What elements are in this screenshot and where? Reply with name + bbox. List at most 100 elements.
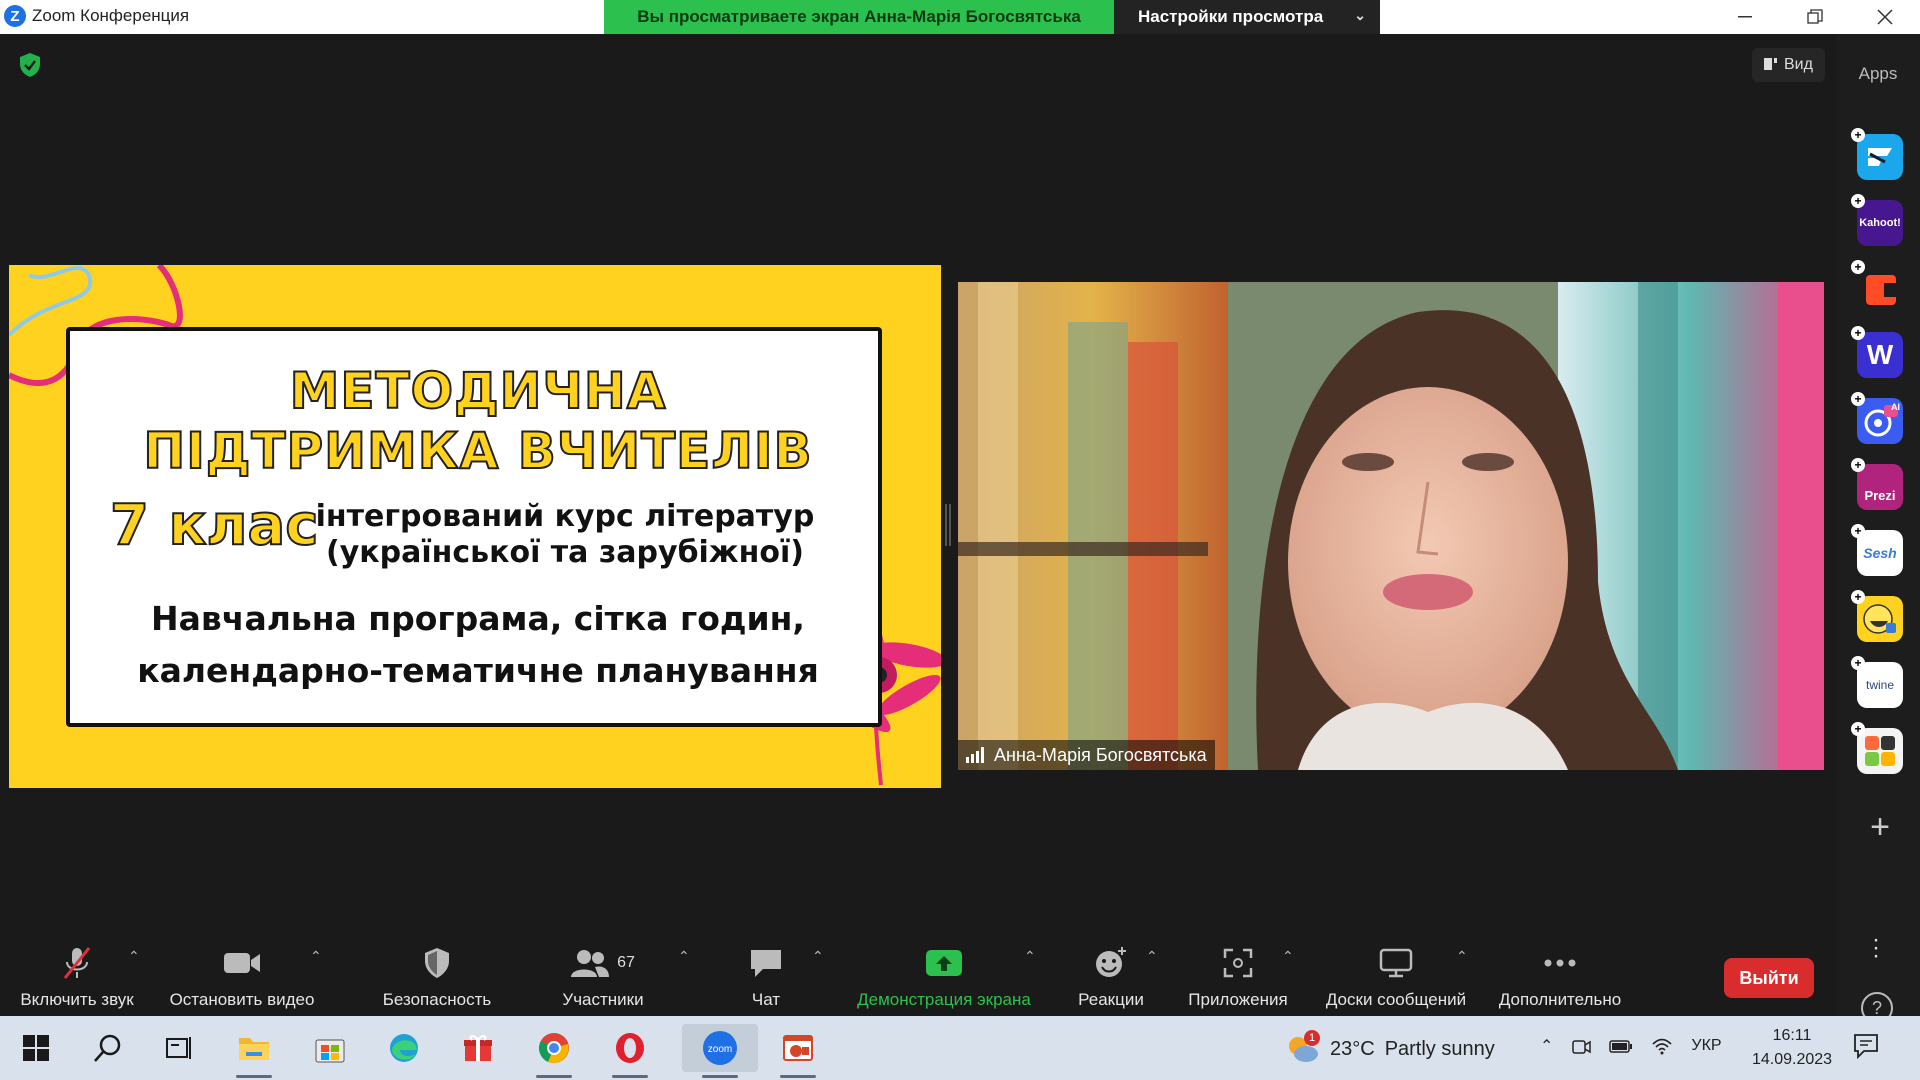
weather-partly-sunny-icon: 1 bbox=[1286, 1030, 1320, 1064]
video-options-caret-icon[interactable]: ⌃ bbox=[310, 948, 322, 965]
more-options-icon[interactable]: · · · bbox=[1872, 928, 1880, 968]
reactions-caret-icon[interactable]: ⌃ bbox=[1146, 948, 1158, 965]
app-class-icon[interactable]: + bbox=[1851, 260, 1903, 312]
app-sesh-label: Sesh bbox=[1863, 545, 1897, 561]
restore-icon bbox=[1807, 9, 1823, 24]
app-running-indicator bbox=[236, 1075, 272, 1078]
participants-button[interactable]: 67 Участники bbox=[548, 940, 658, 1016]
clock-date: 14.09.2023 bbox=[1752, 1051, 1833, 1068]
battery-icon[interactable] bbox=[1609, 1038, 1633, 1054]
show-hidden-icons-chevron-icon[interactable]: ⌃ bbox=[1540, 1036, 1553, 1056]
minimize-button[interactable] bbox=[1710, 0, 1780, 34]
restore-button[interactable] bbox=[1780, 0, 1850, 34]
add-icon: + bbox=[1851, 194, 1865, 208]
microsoft-store-icon[interactable] bbox=[306, 1024, 354, 1072]
file-explorer-icon[interactable] bbox=[230, 1024, 278, 1078]
participants-label: Участники bbox=[562, 990, 644, 1009]
add-app-plus-icon[interactable]: + bbox=[1862, 810, 1898, 846]
task-view-icon[interactable] bbox=[156, 1024, 204, 1072]
app-games-icon[interactable]: + bbox=[1851, 722, 1903, 774]
chat-caret-icon[interactable]: ⌃ bbox=[812, 948, 824, 965]
mic-muted-icon bbox=[63, 947, 91, 979]
app-ai-icon[interactable]: + AI bbox=[1851, 392, 1903, 444]
apps-caret-icon[interactable]: ⌃ bbox=[1282, 948, 1294, 965]
close-button[interactable] bbox=[1850, 0, 1920, 34]
meet-now-icon[interactable] bbox=[1571, 1036, 1592, 1056]
app-prezi-icon[interactable]: + Prezi bbox=[1851, 458, 1903, 510]
view-options-button[interactable]: Настройки просмотра ⌄ bbox=[1114, 0, 1380, 34]
app-kahoot-icon[interactable]: + Kahoot! bbox=[1851, 194, 1903, 246]
clock[interactable]: 16:11 14.09.2023 bbox=[1752, 1024, 1832, 1072]
unmute-label: Включить звук bbox=[20, 990, 134, 1009]
add-icon: + bbox=[1851, 458, 1865, 472]
chat-button[interactable]: Чат bbox=[726, 940, 806, 1016]
slide-course-line1: інтегрований курс літератур bbox=[315, 499, 815, 534]
windows-start-icon[interactable] bbox=[12, 1024, 60, 1072]
view-button[interactable]: Вид bbox=[1752, 48, 1825, 82]
app-ai-label: AI bbox=[1891, 402, 1900, 412]
whiteboards-button[interactable]: Доски сообщений bbox=[1314, 940, 1478, 1016]
presentation-app-icon[interactable] bbox=[774, 1024, 822, 1078]
app-sesh-icon[interactable]: + Sesh bbox=[1851, 524, 1903, 576]
input-language[interactable]: УКР bbox=[1691, 1037, 1721, 1055]
chevron-down-icon: ⌄ bbox=[1354, 7, 1366, 23]
stop-video-label: Остановить видео bbox=[169, 990, 315, 1009]
app-running-indicator bbox=[702, 1075, 738, 1078]
slide-grade: 7 клас bbox=[109, 492, 319, 559]
app-wooclap-label: W bbox=[1866, 339, 1894, 370]
security-button[interactable]: Безопасность bbox=[375, 940, 499, 1016]
svg-text:zoom: zoom bbox=[708, 1044, 732, 1055]
signal-strength-icon bbox=[966, 747, 984, 763]
participants-count: 67 bbox=[617, 954, 635, 971]
notification-center-icon[interactable] bbox=[1852, 1032, 1880, 1065]
participant-name-tag: Анна-Марія Богосвятська bbox=[958, 740, 1215, 770]
weather-badge: 1 bbox=[1304, 1030, 1320, 1046]
zoom-logo-icon: Z bbox=[4, 5, 26, 27]
participant-video[interactable]: Анна-Марія Богосвятська bbox=[958, 282, 1824, 770]
slide-card: МЕТОДИЧНА ПІДТРИМКА ВЧИТЕЛІВ 7 клас інте… bbox=[66, 327, 882, 727]
app-wooclap-icon[interactable]: + W bbox=[1851, 326, 1903, 378]
share-options-caret-icon[interactable]: ⌃ bbox=[1024, 948, 1036, 965]
add-icon: + bbox=[1851, 656, 1865, 670]
wifi-icon[interactable] bbox=[1651, 1037, 1673, 1055]
weather-description: Partly sunny bbox=[1384, 1037, 1495, 1060]
slide-subtitle-line2: календарно-тематичне планування bbox=[137, 651, 819, 690]
system-tray: ⌃ УКР bbox=[1540, 1036, 1722, 1056]
stop-video-button[interactable]: Остановить видео bbox=[162, 940, 322, 1016]
whiteboard-icon bbox=[1379, 948, 1413, 978]
participant-name: Анна-Марія Богосвятська bbox=[994, 744, 1207, 765]
security-shield-icon bbox=[425, 948, 449, 978]
slide-title-line1: МЕТОДИЧНА bbox=[289, 361, 667, 421]
more-button[interactable]: Дополнительно bbox=[1490, 940, 1630, 1016]
unmute-button[interactable]: Включить звук bbox=[14, 940, 140, 1016]
zoom-taskbar-icon[interactable]: zoom bbox=[682, 1024, 758, 1078]
opera-browser-icon[interactable] bbox=[606, 1024, 654, 1078]
leave-button[interactable]: Выйти bbox=[1724, 958, 1814, 998]
apps-label: Приложения bbox=[1188, 990, 1288, 1009]
edge-browser-icon[interactable] bbox=[380, 1024, 428, 1072]
participants-caret-icon[interactable]: ⌃ bbox=[678, 948, 690, 965]
weather-widget[interactable]: 1 23°C Partly sunny bbox=[1286, 1030, 1495, 1064]
audio-options-caret-icon[interactable]: ⌃ bbox=[128, 948, 140, 965]
app-headsup-icon[interactable]: + bbox=[1851, 590, 1903, 642]
more-dots-icon bbox=[1544, 959, 1576, 967]
whiteboards-caret-icon[interactable]: ⌃ bbox=[1456, 948, 1468, 965]
view-button-label: Вид bbox=[1784, 56, 1813, 73]
gift-app-icon[interactable] bbox=[454, 1024, 502, 1072]
app-running-indicator bbox=[536, 1075, 572, 1078]
split-view-resize-handle[interactable] bbox=[945, 504, 951, 546]
app-twine-icon[interactable]: + twine bbox=[1851, 656, 1903, 708]
chrome-browser-icon[interactable] bbox=[530, 1024, 578, 1078]
app-flip-icon[interactable]: + bbox=[1851, 128, 1903, 180]
screen-share-banner: Вы просматриваете экран Анна-Марія Богос… bbox=[604, 0, 1114, 34]
encryption-shield-icon[interactable] bbox=[18, 52, 42, 78]
chat-bubble-icon bbox=[751, 950, 781, 977]
app-twine-label: twine bbox=[1865, 678, 1894, 692]
meeting-controls: Включить звук ⌃ Остановить видео ⌃ Безоп… bbox=[0, 940, 1836, 1016]
add-icon: + bbox=[1851, 590, 1865, 604]
app-title: Z Zoom Конференция bbox=[4, 5, 189, 27]
add-icon: + bbox=[1851, 326, 1865, 340]
search-icon[interactable] bbox=[84, 1024, 132, 1072]
reactions-button[interactable]: Реакции bbox=[1066, 940, 1156, 1016]
share-screen-button[interactable]: Демонстрация экрана bbox=[846, 940, 1042, 1016]
